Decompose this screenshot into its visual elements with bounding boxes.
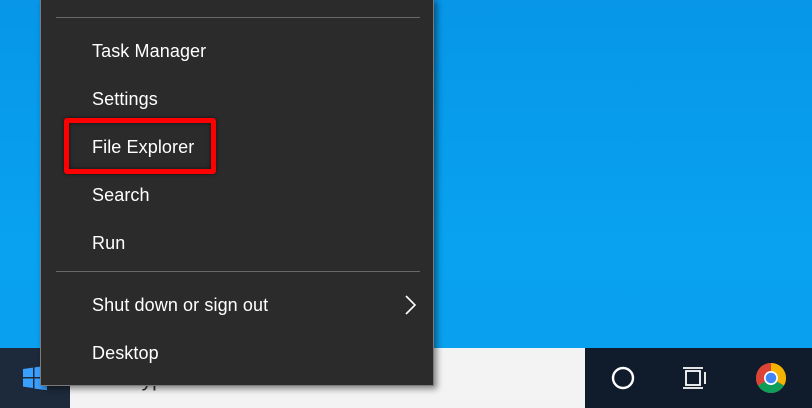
menu-separator <box>56 271 420 272</box>
menu-item-label: Task Manager <box>92 40 207 61</box>
winx-context-menu: Task Manager Settings File Explorer Sear… <box>40 0 434 386</box>
file-explorer-highlight-box <box>64 118 216 174</box>
menu-item-search[interactable]: Search <box>41 171 433 219</box>
menu-item-settings[interactable]: Settings <box>41 75 433 123</box>
menu-item-run[interactable]: Run <box>41 219 433 267</box>
cortana-circle-icon <box>611 366 635 390</box>
task-view-button[interactable] <box>678 362 710 394</box>
chrome-button[interactable] <box>755 362 787 394</box>
menu-item-label: Shut down or sign out <box>92 294 269 315</box>
task-view-icon <box>683 367 706 389</box>
menu-item-label: Desktop <box>92 342 159 363</box>
menu-item-desktop[interactable]: Desktop <box>41 329 433 377</box>
chrome-icon <box>755 363 787 394</box>
menu-item-label: Settings <box>92 88 158 109</box>
desktop: ⌕ Type here to search <box>0 0 812 408</box>
menu-item-shut-down-or-sign-out[interactable]: Shut down or sign out <box>41 281 433 329</box>
chevron-right-icon <box>405 295 417 315</box>
menu-item-label: Run <box>92 232 126 253</box>
menu-item-task-manager[interactable]: Task Manager <box>41 27 433 75</box>
menu-separator <box>56 17 420 18</box>
cortana-button[interactable] <box>607 362 639 394</box>
menu-item-label: Search <box>92 184 150 205</box>
